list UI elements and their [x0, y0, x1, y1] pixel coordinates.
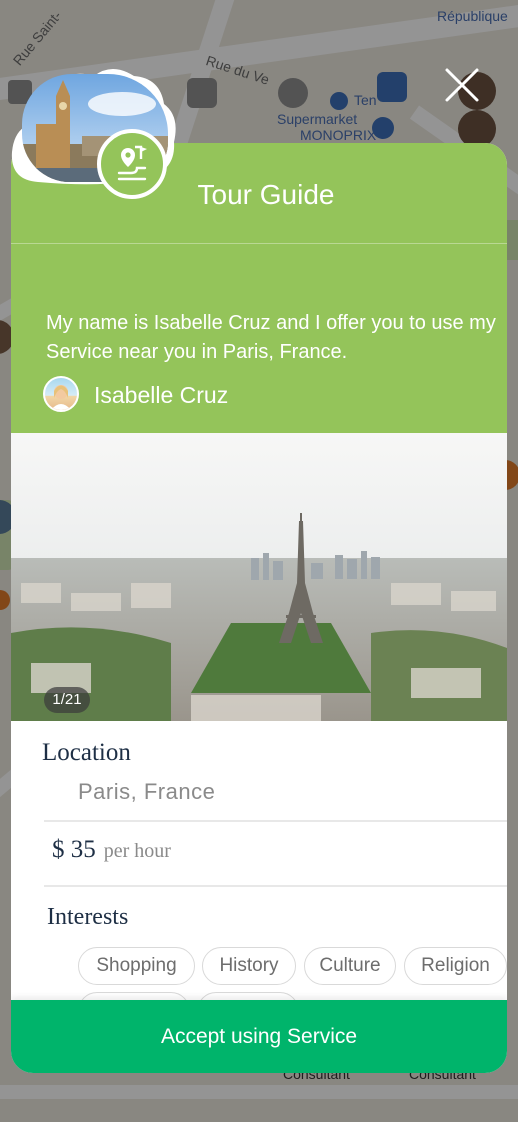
- category-badge-circle: [97, 129, 167, 199]
- interest-chip[interactable]: Religion: [404, 947, 507, 985]
- owner-avatar[interactable]: [43, 376, 79, 412]
- photo-counter: 1/21: [44, 687, 90, 713]
- location-label: Location: [42, 739, 131, 766]
- accept-service-button[interactable]: Accept using Service: [11, 1000, 507, 1073]
- interests-label: Interests: [47, 904, 129, 930]
- divider: [44, 885, 507, 887]
- interest-chip[interactable]: Culture: [304, 947, 396, 985]
- category-badge: [8, 64, 180, 204]
- price-unit: per hour: [103, 840, 171, 862]
- interest-chip[interactable]: History: [202, 947, 296, 985]
- interest-chip[interactable]: Shopping: [78, 947, 195, 985]
- close-icon: [445, 68, 479, 102]
- service-card: Tour Guide My name is Isabelle Cruz and …: [11, 143, 507, 1073]
- paris-eiffel-photo: [11, 433, 507, 721]
- divider: [44, 820, 507, 822]
- location-value: Paris, France: [78, 779, 216, 804]
- header-divider: [11, 243, 507, 244]
- service-photo[interactable]: [11, 433, 507, 721]
- service-description: My name is Isabelle Cruz and I offer you…: [46, 312, 496, 363]
- close-button[interactable]: [443, 66, 481, 104]
- owner-name[interactable]: Isabelle Cruz: [94, 382, 228, 409]
- price: $ 35 per hour: [52, 836, 171, 864]
- price-value: $ 35: [52, 836, 96, 863]
- map-pin-route-icon: [117, 145, 147, 181]
